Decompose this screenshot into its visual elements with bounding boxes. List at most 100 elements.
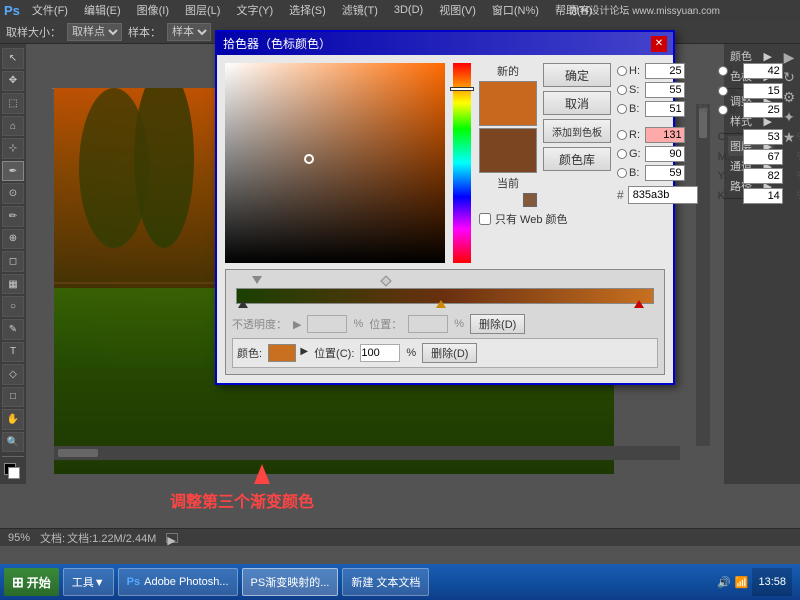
tool-dodge[interactable]: ○ [2, 296, 24, 317]
radio-a[interactable]: a: [718, 85, 739, 97]
b2-value-input[interactable] [645, 165, 685, 181]
h-value-input[interactable] [645, 63, 685, 79]
b-value-input[interactable] [645, 101, 685, 117]
radio-s[interactable]: S: [617, 84, 641, 96]
tool-crop[interactable]: ⊹ [2, 138, 24, 159]
tool-clone[interactable]: ⊕ [2, 229, 24, 250]
c-value-input[interactable] [743, 129, 783, 145]
tool-eyedropper[interactable]: ✒ [2, 161, 24, 182]
doc-info-value: 文档:1.22M/2.44M [67, 530, 156, 546]
color-fields-left: H: 度 S: % B: [617, 63, 710, 204]
small-swatch [523, 193, 537, 207]
k-value-input[interactable] [743, 188, 783, 204]
radio-g[interactable]: G: [617, 148, 641, 160]
taskbar: ⊞ 开始 工具▼ Ps Adobe Photosh... PS渐变映射的... … [0, 564, 800, 600]
hex-input[interactable] [628, 186, 698, 204]
dialog-title-bar[interactable]: 拾色器（色标颜色） ✕ [217, 32, 673, 55]
opacity-colon: ▶ [293, 318, 301, 331]
dialog-buttons: 确定 取消 添加到色板 颜色库 [543, 63, 611, 171]
menu-edit[interactable]: 编辑(E) [80, 2, 125, 18]
color-gradient-square[interactable] [225, 63, 445, 263]
taskbar-item-gradient[interactable]: PS渐变映射的... [242, 568, 339, 596]
color-stop-mid[interactable] [436, 300, 446, 308]
menu-3d[interactable]: 3D(D) [390, 4, 427, 16]
g-value-input[interactable] [645, 146, 685, 162]
tool-path[interactable]: ◇ [2, 364, 24, 385]
menu-view[interactable]: 视图(V) [435, 2, 480, 18]
ok-button[interactable]: 确定 [543, 63, 611, 87]
tool-arrow[interactable]: ↖ [2, 48, 24, 69]
delete-color-button[interactable]: 删除(D) [422, 343, 477, 363]
hex-label: # [617, 188, 624, 202]
position-c-label: 位置(C): [314, 345, 354, 361]
nav-arrow[interactable]: ▶ [166, 533, 178, 543]
a-value-input[interactable] [743, 83, 783, 99]
dialog-close-button[interactable]: ✕ [651, 36, 667, 52]
color-library-button[interactable]: 颜色库 [543, 147, 611, 171]
only-web-row: 只有 Web 颜色 [479, 211, 800, 227]
hue-strip[interactable] [453, 63, 471, 263]
menu-filter[interactable]: 滤镜(T) [338, 2, 382, 18]
opacity-section-label: 不透明度： [232, 316, 287, 332]
tool-shape[interactable]: □ [2, 387, 24, 408]
taskbar-item-ps-icon[interactable]: Ps Adobe Photosh... [118, 568, 238, 596]
m-value-input[interactable] [743, 149, 783, 165]
tool-spot[interactable]: ⊙ [2, 183, 24, 204]
radio-b2[interactable]: B: [617, 167, 641, 179]
radio-b[interactable]: B: [617, 103, 641, 115]
menu-file[interactable]: 文件(F) [28, 2, 72, 18]
position-opacity-input[interactable] [408, 315, 448, 333]
menu-window[interactable]: 窗口(N%) [488, 2, 543, 18]
hue-strip-container [453, 63, 471, 263]
delete-opacity-button[interactable]: 删除(D) [470, 314, 525, 334]
menu-text[interactable]: 文字(Y) [232, 2, 277, 18]
l-value-input[interactable] [743, 63, 783, 79]
menu-layer[interactable]: 图层(L) [181, 2, 224, 18]
tool-hand[interactable]: ✋ [2, 409, 24, 430]
h-unit: 度 [699, 63, 710, 79]
sample-select[interactable]: 样本 [167, 23, 211, 41]
add-to-swatches-button[interactable]: 添加到色板 [543, 119, 611, 143]
radio-b3[interactable]: b: [718, 104, 739, 116]
y-label: Y: [718, 170, 739, 182]
menu-image[interactable]: 图像(I) [133, 2, 173, 18]
y-value-input[interactable] [743, 168, 783, 184]
position-color-input[interactable] [360, 344, 400, 362]
annotation: 调整第三个渐变颜色 [170, 464, 314, 512]
c-label: C: [718, 131, 739, 143]
radio-h[interactable]: H: [617, 65, 641, 77]
menu-select[interactable]: 选择(S) [285, 2, 330, 18]
tool-move[interactable]: ✥ [2, 71, 24, 92]
tool-zoom[interactable]: 🔍 [2, 432, 24, 453]
radio-l[interactable]: L: [718, 65, 739, 77]
taskbar-item-tools[interactable]: 工具▼ [63, 568, 114, 596]
tool-gradient[interactable]: ▦ [2, 274, 24, 295]
only-web-checkbox[interactable] [479, 213, 491, 225]
b-unit: % [699, 103, 710, 115]
color-stop-right[interactable] [634, 300, 644, 308]
r-value-input[interactable] [645, 127, 685, 143]
tool-text[interactable]: T [2, 342, 24, 363]
sample-label: 样本： [128, 24, 161, 40]
color-stop-left[interactable] [238, 300, 248, 308]
color-swatch-button[interactable] [268, 344, 296, 362]
tool-wand[interactable]: ⌂ [2, 116, 24, 137]
s-unit: % [699, 84, 710, 96]
preview-section: 新的 当前 [479, 63, 537, 207]
tool-lasso[interactable]: ⬚ [2, 93, 24, 114]
taskbar-item-textdoc[interactable]: 新建 文本文档 [342, 568, 429, 596]
s-value-input[interactable] [645, 82, 685, 98]
tool-eraser[interactable]: ◻ [2, 251, 24, 272]
sample-size-select[interactable]: 取样点 [67, 23, 122, 41]
start-button[interactable]: ⊞ 开始 [4, 568, 59, 596]
start-label: 开始 [27, 574, 51, 591]
take-size-label: 取样大小： [6, 24, 61, 40]
opacity-input[interactable] [307, 315, 347, 333]
position-label-opacity: 位置： [369, 316, 402, 332]
tool-pen[interactable]: ✎ [2, 319, 24, 340]
radio-r[interactable]: R: [617, 129, 641, 141]
cancel-button[interactable]: 取消 [543, 91, 611, 115]
tool-brush[interactable]: ✏ [2, 206, 24, 227]
arrow-up-icon [254, 464, 270, 484]
b3-value-input[interactable] [743, 102, 783, 118]
